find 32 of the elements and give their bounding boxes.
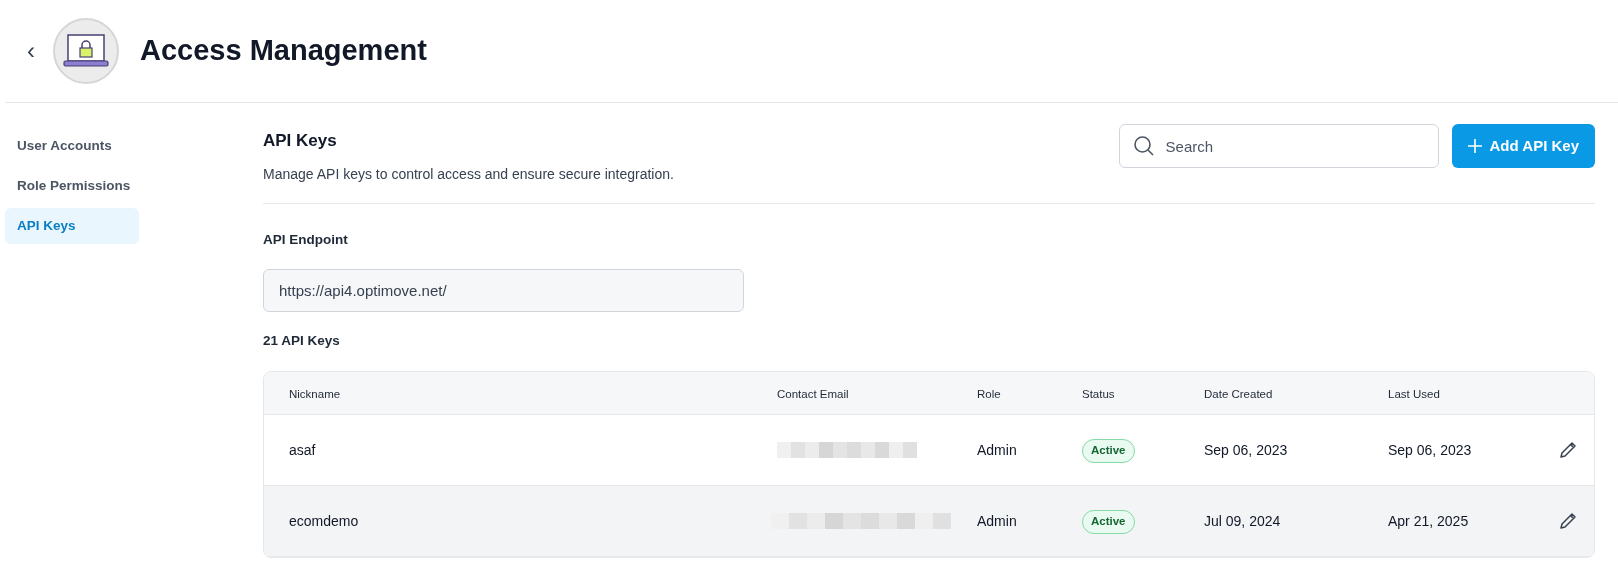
- endpoint-field[interactable]: https://api4.optimove.net/: [263, 268, 744, 312]
- status-badge: Active: [1082, 510, 1135, 534]
- edit-pencil-icon[interactable]: [1558, 440, 1578, 460]
- search-field[interactable]: Search: [1118, 124, 1439, 168]
- edit-pencil-icon[interactable]: [1558, 511, 1578, 531]
- section-description: Manage API keys to control access and ensure secure integration.: [263, 164, 674, 184]
- column-header: Last Used: [1388, 388, 1440, 400]
- api-key-count: 21 API Keys: [263, 331, 340, 350]
- sidebar-item[interactable]: Role Permissions: [5, 168, 139, 204]
- column-header: Nickname: [289, 388, 341, 400]
- search-icon: [1132, 135, 1155, 157]
- page-title: Access Management: [140, 33, 427, 69]
- table-cell: Admin: [977, 513, 1017, 529]
- table-cell: Admin: [977, 442, 1017, 458]
- table-cell: Sep 06, 2023: [1388, 442, 1472, 458]
- sidebar-item[interactable]: API Keys: [5, 208, 139, 244]
- column-header: Contact Email: [777, 388, 849, 400]
- table-cell: Sep 06, 2023: [1204, 442, 1288, 458]
- endpoint-label: API Endpoint: [263, 230, 348, 249]
- column-header: Status: [1082, 388, 1115, 400]
- column-header: Role: [977, 388, 1001, 400]
- table-cell: Apr 21, 2025: [1388, 513, 1469, 529]
- table-row[interactable]: ecomdemo Admin Active Jul 09, 2024 Apr 21, 2025: [264, 486, 1594, 557]
- section-title: API Keys: [263, 130, 338, 152]
- table-cell: Jul 09, 2024: [1204, 513, 1281, 529]
- sidebar-item[interactable]: User Accounts: [5, 128, 139, 164]
- table-cell: asaf: [289, 442, 316, 458]
- column-header: Date Created: [1204, 388, 1273, 400]
- status-badge: Active: [1082, 439, 1135, 463]
- plus-icon: [1467, 139, 1482, 153]
- back-button[interactable]: ‹: [23, 39, 39, 63]
- table-cell: ecomdemo: [289, 513, 359, 529]
